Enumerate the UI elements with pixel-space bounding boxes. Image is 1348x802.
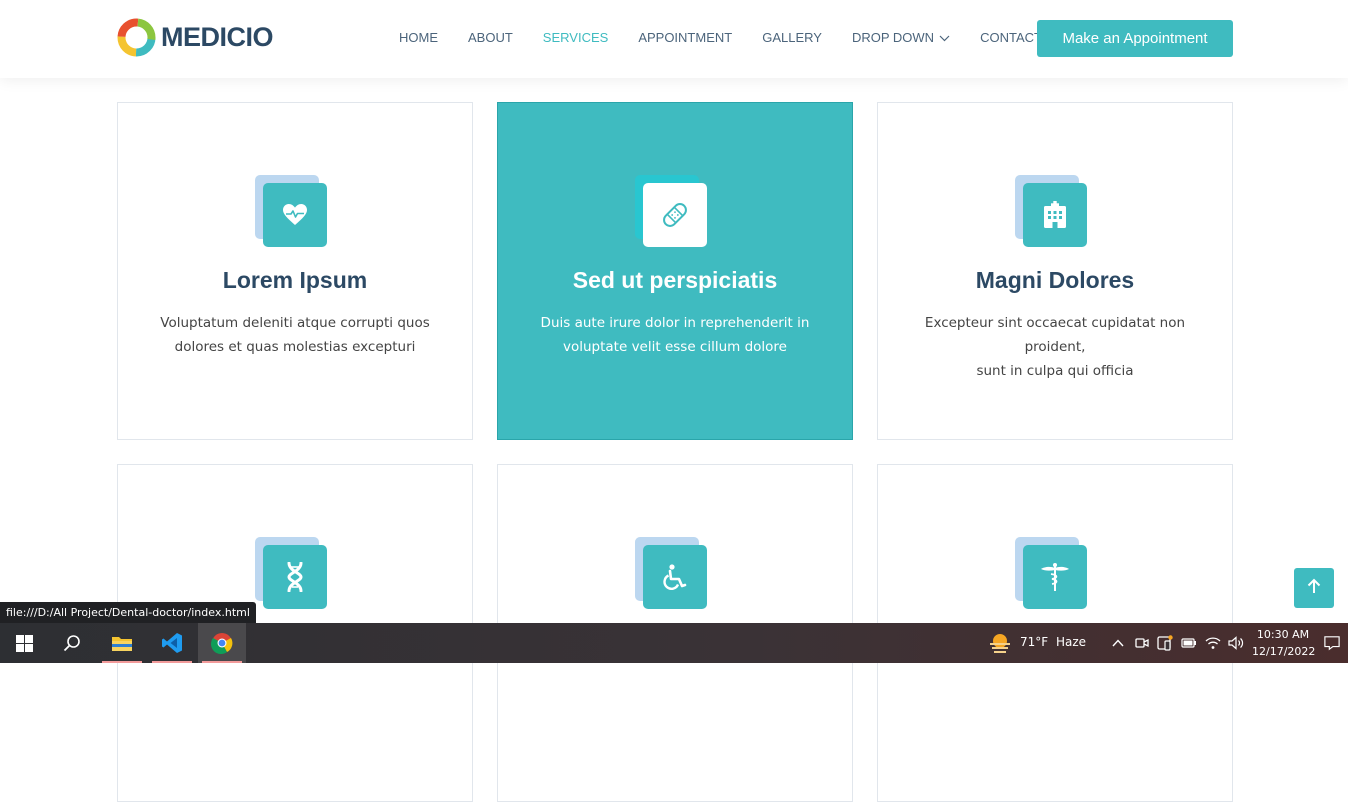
service-title: Lorem Ipsum: [222, 267, 368, 293]
service-desc-line: dolores et quas molestias excepturi: [174, 339, 416, 355]
service-title: Sed ut perspiciatis: [572, 267, 778, 293]
service-icon-box: [1015, 175, 1087, 247]
nav-about[interactable]: ABOUT: [453, 30, 528, 45]
service-icon-box: [635, 537, 707, 609]
nav-about-label: ABOUT: [468, 30, 513, 45]
make-appointment-button[interactable]: Make an Appointment: [1037, 20, 1233, 57]
vscode-icon[interactable]: [148, 623, 196, 663]
chevron-up-icon[interactable]: [1110, 635, 1126, 651]
heart-pulse-icon: [263, 183, 327, 247]
chevron-down-icon: [939, 30, 950, 45]
back-to-top-button[interactable]: [1294, 568, 1334, 608]
notification-icon[interactable]: [1324, 635, 1340, 651]
site-header: MEDICIO HOME ABOUT SERVICES APPOINTMENT …: [0, 0, 1348, 78]
dna-icon: [263, 545, 327, 609]
chrome-icon[interactable]: [198, 623, 246, 663]
wheelchair-icon: [643, 545, 707, 609]
battery-icon[interactable]: [1181, 635, 1197, 651]
nav-dropdown-label: DROP DOWN: [851, 30, 935, 45]
nav-services[interactable]: SERVICES: [528, 30, 624, 45]
service-icon-box: [635, 175, 707, 247]
service-desc-line: Excepteur sint occaecat cupidatat non pr…: [924, 315, 1186, 355]
nav-contact-label: CONTACT: [980, 30, 1042, 45]
clock-date: 12/17/2022: [1252, 645, 1316, 658]
link-status-url: file:///D:/All Project/Dental-doctor/ind…: [0, 602, 256, 623]
volume-icon[interactable]: [1228, 635, 1244, 651]
nav-home-label: HOME: [399, 30, 438, 45]
haze-sun-icon[interactable]: [988, 632, 1012, 654]
meet-now-icon[interactable]: [1134, 635, 1150, 651]
hospital-icon: [1023, 183, 1087, 247]
service-desc-line: voluptate velit esse cillum dolore: [562, 339, 787, 355]
file-explorer-icon[interactable]: [98, 623, 146, 663]
nav-gallery[interactable]: GALLERY: [747, 30, 837, 45]
arrow-up-icon: [1307, 578, 1321, 599]
service-title: Magni Dolores: [975, 267, 1135, 293]
service-icon-box: [1015, 537, 1087, 609]
nav-services-label: SERVICES: [542, 30, 609, 45]
service-icon-box: [255, 175, 327, 247]
service-desc-line: sunt in culpa qui officia: [976, 363, 1134, 379]
service-description: Duis aute irure dolor in reprehenderit i…: [528, 311, 822, 359]
nav-gallery-label: GALLERY: [762, 30, 822, 45]
logo-text: MEDICIO: [161, 22, 274, 52]
wifi-icon[interactable]: [1205, 635, 1221, 651]
caduceus-icon: [1023, 545, 1087, 609]
nav-dropdown[interactable]: DROP DOWN: [837, 30, 965, 45]
logo-ring-icon: [117, 18, 156, 57]
service-desc-line: Duis aute irure dolor in reprehenderit i…: [540, 315, 810, 331]
bandage-icon: [643, 183, 707, 247]
system-clock[interactable]: 10:30 AM 12/17/2022: [1252, 626, 1316, 660]
site-logo[interactable]: MEDICIO: [117, 18, 274, 57]
service-icon-box: [255, 537, 327, 609]
nav-appointment-label: APPOINTMENT: [638, 30, 733, 45]
service-card[interactable]: Lorem Ipsum Voluptatum deleniti atque co…: [117, 102, 473, 440]
service-card[interactable]: Magni Dolores Excepteur sint occaecat cu…: [877, 102, 1233, 440]
weather-temp[interactable]: 71°F: [1020, 635, 1048, 649]
windows-taskbar: 71°F Haze 10:30 AM 12/17/2022: [0, 623, 1348, 663]
service-desc-line: Voluptatum deleniti atque corrupti quos: [160, 315, 430, 331]
nav-appointment[interactable]: APPOINTMENT: [623, 30, 747, 45]
phone-link-icon[interactable]: [1157, 635, 1173, 651]
nav-home[interactable]: HOME: [384, 30, 453, 45]
service-description: Excepteur sint occaecat cupidatat non pr…: [908, 311, 1202, 383]
search-icon[interactable]: [48, 623, 96, 663]
service-description: Voluptatum deleniti atque corrupti quos …: [148, 311, 442, 359]
windows-start-icon[interactable]: [0, 623, 48, 663]
clock-time: 10:30 AM: [1256, 628, 1310, 641]
main-nav: HOME ABOUT SERVICES APPOINTMENT GALLERY …: [384, 30, 1057, 45]
weather-condition[interactable]: Haze: [1056, 635, 1086, 649]
service-card-featured[interactable]: Sed ut perspiciatis Duis aute irure dolo…: [497, 102, 853, 440]
